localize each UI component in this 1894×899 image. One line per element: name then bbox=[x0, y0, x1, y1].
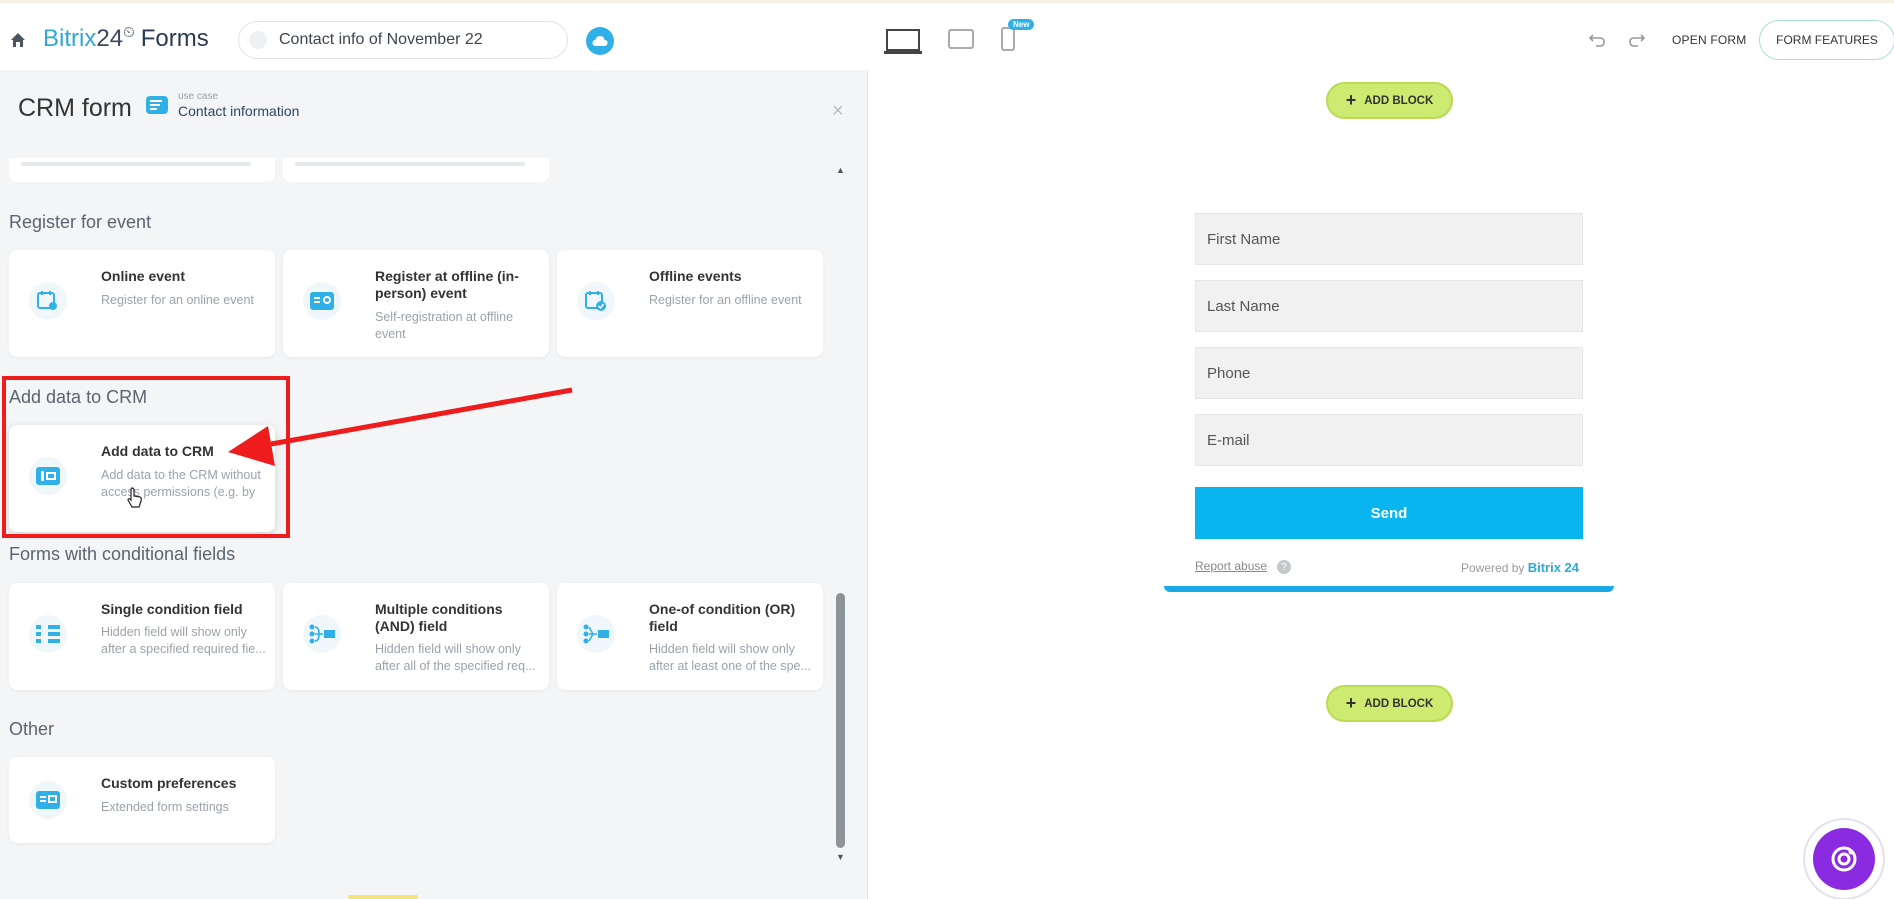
email-field[interactable]: E-mail bbox=[1195, 414, 1583, 466]
card-single-condition[interactable]: Single condition field Hidden field will… bbox=[9, 583, 275, 690]
form-title-input[interactable]: Contact info of November 22 bbox=[238, 21, 568, 59]
form-preview bbox=[869, 70, 1894, 899]
card-desc: Extended form settings bbox=[101, 800, 229, 814]
last-name-field[interactable]: Last Name bbox=[1195, 280, 1583, 332]
card-desc: Self-registration at offline event bbox=[375, 310, 514, 341]
section-other-label: Other bbox=[9, 719, 55, 739]
section-register-label: Register for event bbox=[9, 212, 152, 232]
redo-icon[interactable] bbox=[1628, 32, 1646, 53]
card-desc: Register for an online event bbox=[101, 293, 254, 307]
panel-title: CRM form bbox=[18, 94, 132, 122]
card-desc: Hidden field will show only after a spec… bbox=[101, 625, 266, 656]
partial-card[interactable] bbox=[9, 158, 275, 182]
form-features-button[interactable]: FORM FEATURES bbox=[1759, 20, 1894, 60]
card-title: Single condition field bbox=[101, 601, 243, 617]
scroll-up-arrow[interactable]: ▲ bbox=[836, 165, 845, 175]
help-icon[interactable]: ? bbox=[1277, 560, 1291, 574]
card-title: Register at offline (in-person) event bbox=[375, 268, 519, 301]
clock-icon: ⏲ bbox=[123, 24, 135, 41]
scroll-down-arrow[interactable]: ▼ bbox=[836, 852, 845, 862]
assistant-icon bbox=[1813, 828, 1875, 890]
assistant-button[interactable] bbox=[1803, 818, 1885, 899]
home-icon[interactable] bbox=[10, 32, 26, 48]
card-desc: Hidden field will show only after at lea… bbox=[649, 642, 811, 673]
condition-and-icon bbox=[303, 615, 341, 653]
card-title: Multiple conditions (AND) field bbox=[375, 601, 503, 634]
form-title-text: Contact info of November 22 bbox=[279, 31, 483, 48]
scrollbar-thumb[interactable] bbox=[836, 593, 845, 848]
phone-field[interactable]: Phone bbox=[1195, 347, 1583, 399]
location-card-icon bbox=[303, 282, 341, 320]
brand-logo[interactable]: Bitrix24⏲ Forms bbox=[43, 24, 209, 53]
close-icon[interactable]: × bbox=[832, 100, 844, 123]
cloud-save-button[interactable] bbox=[586, 27, 614, 55]
condition-or-icon bbox=[577, 615, 615, 653]
plus-icon: + bbox=[1345, 90, 1357, 110]
use-case-value[interactable]: Contact information bbox=[178, 103, 299, 119]
first-name-field[interactable]: First Name bbox=[1195, 213, 1583, 265]
card-offline-register[interactable]: Register at offline (in-person) event Se… bbox=[283, 250, 549, 357]
card-title: Online event bbox=[101, 268, 186, 284]
brand-forms: Forms bbox=[140, 25, 209, 52]
calendar-check-icon bbox=[577, 282, 615, 320]
card-offline-events[interactable]: Offline events Register for an offline e… bbox=[557, 250, 823, 357]
partial-card[interactable] bbox=[283, 158, 549, 182]
form-title-icon bbox=[249, 31, 267, 49]
tablet-view-icon[interactable] bbox=[948, 29, 974, 54]
highlight-box bbox=[2, 376, 290, 538]
card-online-event[interactable]: Online event Register for an online even… bbox=[9, 250, 275, 357]
bottom-indicator bbox=[348, 895, 418, 899]
use-case-label: use case bbox=[178, 91, 219, 102]
condition-list-icon bbox=[29, 615, 67, 653]
add-block-label: ADD BLOCK bbox=[1364, 94, 1434, 107]
settings-card-icon bbox=[29, 781, 67, 819]
section-conditional-label: Forms with conditional fields bbox=[9, 544, 236, 564]
plus-icon: + bbox=[1345, 693, 1357, 713]
report-abuse-link[interactable]: Report abuse bbox=[1195, 559, 1267, 573]
send-button[interactable]: Send bbox=[1195, 487, 1583, 539]
add-block-label: ADD BLOCK bbox=[1364, 697, 1434, 710]
card-title: Custom preferences bbox=[101, 775, 237, 791]
open-form-link[interactable]: OPEN FORM bbox=[1672, 33, 1746, 47]
add-block-button-top[interactable]: + ADD BLOCK bbox=[1326, 82, 1453, 119]
card-or-condition[interactable]: One-of condition (OR) field Hidden field… bbox=[557, 583, 823, 690]
calendar-search-icon bbox=[29, 282, 67, 320]
card-custom-preferences[interactable]: Custom preferences Extended form setting… bbox=[9, 757, 275, 843]
card-desc: Hidden field will show only after all of… bbox=[375, 642, 536, 673]
form-underline bbox=[1164, 586, 1614, 592]
use-case-icon bbox=[146, 96, 168, 114]
new-badge: New bbox=[1008, 19, 1035, 30]
brand-24: 24 bbox=[96, 25, 124, 52]
cloud-icon bbox=[592, 36, 608, 46]
powered-by-label: Powered by bbox=[1461, 561, 1525, 575]
powered-by-brand: Bitrix 24 bbox=[1527, 560, 1580, 575]
phone-view-icon[interactable] bbox=[1001, 27, 1015, 56]
undo-icon[interactable] bbox=[1588, 32, 1606, 53]
add-block-button-bottom[interactable]: + ADD BLOCK bbox=[1326, 685, 1453, 722]
card-title: One-of condition (OR) field bbox=[649, 601, 796, 634]
card-title: Offline events bbox=[649, 268, 742, 284]
card-desc: Register for an offline event bbox=[649, 293, 802, 307]
powered-by[interactable]: Powered by Bitrix 24 bbox=[1461, 560, 1579, 575]
top-bar: Bitrix24⏲ Forms Contact info of November … bbox=[0, 0, 1894, 70]
desktop-view-icon[interactable] bbox=[884, 29, 922, 60]
card-and-condition[interactable]: Multiple conditions (AND) field Hidden f… bbox=[283, 583, 549, 690]
brand-bitrix: Bitrix bbox=[43, 25, 97, 52]
